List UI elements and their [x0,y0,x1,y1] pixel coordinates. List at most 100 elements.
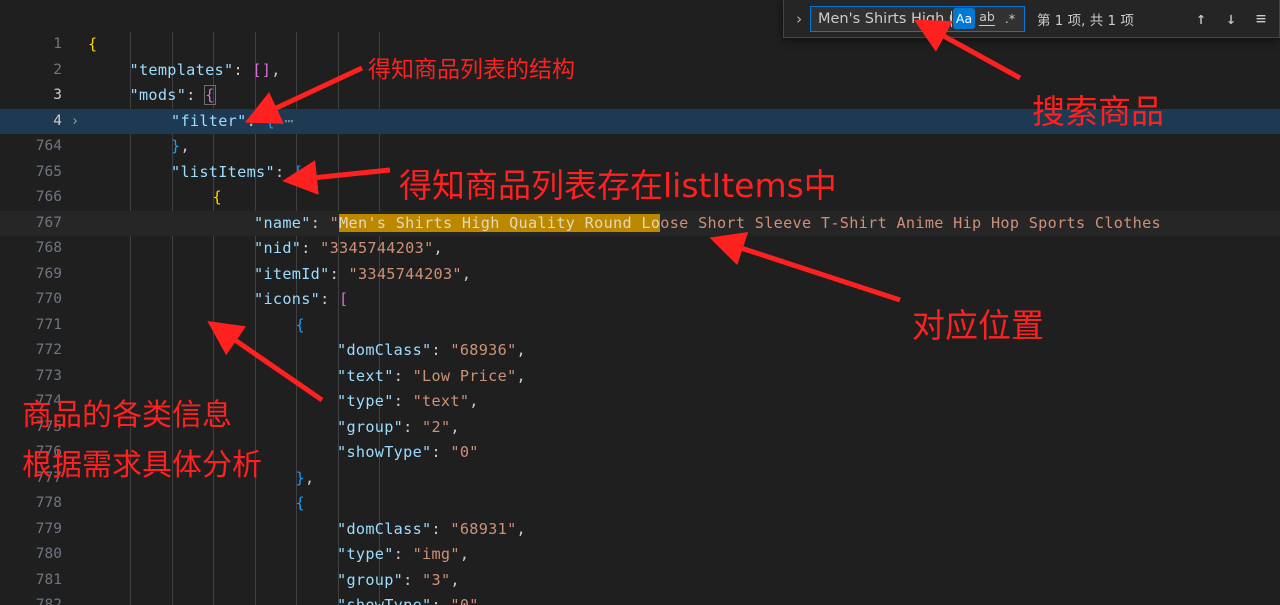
code-token: [ [339,290,349,308]
code-token: "3345744203" [348,264,462,283]
code-text: { [88,32,97,58]
code-line[interactable]: 769 "itemId": "3345744203", [0,262,1280,288]
code-token: , [433,239,443,257]
code-line[interactable]: 779 "domClass": "68931", [0,517,1280,543]
line-number: 780 [35,546,62,562]
code-token: Men's Shirts High Quality Round Lo [339,213,661,232]
code-token: : [246,111,266,130]
code-token: , [450,417,460,436]
code-token: { [204,85,216,105]
anno-position: 对应位置 [912,306,1044,345]
code-line[interactable]: 771 { [0,313,1280,339]
anno-structure: 得知商品列表的结构 [368,57,575,83]
code-text: "group": "2", [337,415,460,441]
arrow-down-icon[interactable]: ↓ [1221,8,1241,30]
code-token: "text" [412,392,470,410]
code-token: [ [293,162,304,181]
fold-chevron-icon[interactable]: › [68,109,82,135]
code-text: "showType": "0" [337,593,479,605]
code-text: "showType": "0" [337,440,479,466]
code-token: : [393,366,413,385]
find-widget[interactable]: › Men's Shirts High Qu Aa ab .* 第 1 项, 共… [783,0,1280,38]
code-token: { [295,494,305,512]
line-number: 768 [35,240,62,256]
line-number: 769 [35,265,62,282]
code-line[interactable]: 764}, [0,134,1280,160]
code-token: : [320,290,340,308]
code-text: "group": "3", [337,568,460,594]
code-token: "group" [337,417,404,436]
regex-icon[interactable]: .* [999,8,1021,29]
match-case-icon[interactable]: Aa [953,8,975,29]
code-line[interactable]: 768 "nid": "3345744203", [0,236,1280,262]
chevron-right-icon[interactable]: › [788,4,810,34]
find-nav-buttons[interactable]: ↑ ↓ ≡ [1191,8,1273,30]
code-editor[interactable]: 1{2 "templates": [], 3 "mods": {4 › "filter":… [0,0,1280,605]
line-number: 782 [35,597,62,605]
line-number: 766 [35,189,62,205]
code-token: { [212,188,222,206]
code-token: : [431,443,451,461]
code-token: "name" [254,213,311,232]
code-token: : [329,264,349,283]
code-token: "itemId" [254,264,330,283]
code-token: : [274,162,294,181]
list-selection-icon[interactable]: ≡ [1251,8,1271,30]
code-line[interactable]: 781 "group": "3", [0,568,1280,594]
line-number: 2 [53,61,62,78]
code-token: : [186,86,206,104]
code-token: , [459,545,470,563]
code-line[interactable]: 2 "templates": [], [0,58,1280,84]
code-token: "icons" [254,290,321,308]
code-text: "name": "Men's Shirts High Quality Round… [254,211,1161,237]
code-token: { [265,111,275,130]
code-token: ⋯ [274,111,294,130]
code-line[interactable]: 780 "type": "img", [0,542,1280,568]
code-line[interactable]: 772 "domClass": "68936", [0,338,1280,364]
whole-word-label: ab [979,9,995,26]
find-options[interactable]: Aa ab .* [953,8,1024,29]
regex-label: .* [1004,11,1016,26]
code-token: "templates" [129,60,234,79]
code-token: [ [252,60,262,79]
code-line[interactable]: 778 { [0,491,1280,517]
code-token: "domClass" [337,341,432,359]
code-token: : [393,392,413,410]
code-token: , [304,468,315,487]
code-text: "type": "img", [337,542,469,568]
line-number: 4 [53,112,62,129]
code-token: "domClass" [337,519,432,538]
code-token: "filter" [171,111,247,130]
code-text: "icons": [ [254,287,349,313]
code-token: { [88,35,98,53]
line-number: 773 [35,367,62,384]
code-token: , [469,392,479,410]
find-input[interactable]: Men's Shirts High Qu Aa ab .* [810,5,1025,32]
code-token: , [180,137,190,155]
code-token: "Low Price" [412,366,517,385]
code-token: } [295,468,305,487]
code-text: "listItems": [ [171,160,303,186]
code-line[interactable]: 770 "icons": [ [0,287,1280,313]
code-token: , [516,341,526,359]
code-token: "type" [337,392,394,410]
text-caret [951,10,952,27]
arrow-up-icon[interactable]: ↑ [1191,8,1211,30]
code-token: ose Short Sleeve T-Shirt Anime Hip Hop S… [660,213,1162,232]
code-token: : [403,570,423,589]
line-number: 767 [35,214,62,231]
anno-listitems: 得知商品列表存在listItems中 [399,166,837,205]
code-token: : [431,519,451,538]
code-line[interactable]: 767 "name": "Men's Shirts High Quality Ro… [0,210,1280,237]
match-count-label: 第 1 项, 共 1 项 [1037,12,1134,29]
code-line[interactable]: 773 "text": "Low Price", [0,364,1280,390]
line-number: 765 [35,163,62,180]
whole-word-icon[interactable]: ab [976,8,998,29]
code-token: "3" [422,570,451,589]
code-token: , [516,519,526,538]
code-token: "mods" [129,86,187,104]
find-input-value: Men's Shirts High Qu [818,10,951,27]
code-line[interactable]: 782 "showType": "0" [0,593,1280,605]
line-number: 779 [35,520,62,537]
code-text: "filter": { ⋯ [171,109,294,135]
